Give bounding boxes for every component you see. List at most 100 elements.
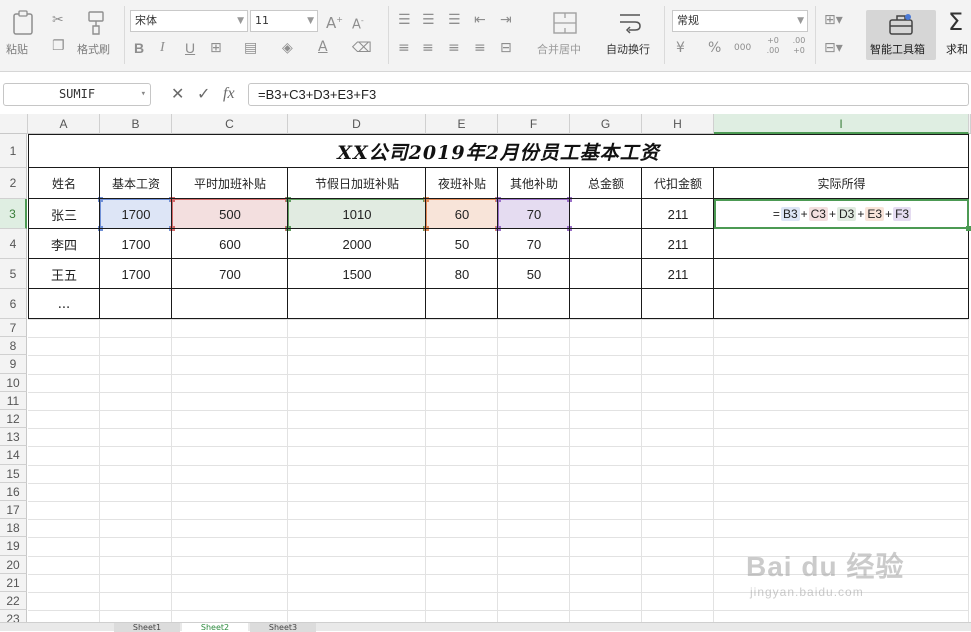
column-header-f[interactable]: F xyxy=(498,114,570,134)
row-header-20[interactable]: 20 xyxy=(0,555,27,574)
row-header-1[interactable]: 1 xyxy=(0,134,27,168)
table-cell[interactable] xyxy=(498,289,570,319)
table-cell[interactable]: 211 xyxy=(642,229,714,259)
row-header-12[interactable]: 12 xyxy=(0,410,27,429)
name-box[interactable]: SUMIF ▾ xyxy=(3,83,151,106)
distribute-icon[interactable]: ⊟ xyxy=(500,40,512,56)
italic-button[interactable]: I xyxy=(160,40,165,56)
row-header-3[interactable]: 3 xyxy=(0,199,27,229)
table-cell[interactable] xyxy=(570,259,642,289)
underline-button[interactable]: U xyxy=(185,40,195,56)
table-cell[interactable] xyxy=(426,289,498,319)
table-cell[interactable]: 50 xyxy=(498,259,570,289)
header-cell-h[interactable]: 代扣金额 xyxy=(642,168,714,199)
font-color-button[interactable]: A xyxy=(318,39,328,55)
row-header-4[interactable]: 4 xyxy=(0,229,27,259)
row-header-15[interactable]: 15 xyxy=(0,464,27,483)
row-header-5[interactable]: 5 xyxy=(0,259,27,289)
table-style-icon[interactable]: ⊟▾ xyxy=(824,40,843,56)
table-cell[interactable]: 211 xyxy=(642,259,714,289)
header-cell-i[interactable]: 实际所得 xyxy=(714,168,969,199)
table-cell[interactable]: 50 xyxy=(426,229,498,259)
table-cell[interactable] xyxy=(288,289,426,319)
align-bottom-icon[interactable]: ☰ xyxy=(448,12,461,28)
header-cell-c[interactable]: 平时加班补贴 xyxy=(172,168,288,199)
column-header-i[interactable]: I xyxy=(714,114,969,134)
confirm-icon[interactable]: ✓ xyxy=(197,84,210,104)
table-cell[interactable]: 500 xyxy=(172,199,288,229)
insert-function-button[interactable]: fx xyxy=(223,84,235,104)
increase-decimal-button[interactable]: +0 .00 xyxy=(762,36,784,56)
number-format-select[interactable]: 常规 ▼ xyxy=(672,10,808,32)
table-cell[interactable]: 60 xyxy=(426,199,498,229)
table-cell[interactable] xyxy=(714,259,969,289)
row-header-13[interactable]: 13 xyxy=(0,428,27,447)
conditional-format-icon[interactable]: ⊞▾ xyxy=(824,12,843,28)
row-header-6[interactable]: 6 xyxy=(0,289,27,319)
paint-bucket-icon[interactable]: ◈ xyxy=(282,40,293,56)
wrap-text-button[interactable]: 自动换行 xyxy=(602,8,658,64)
align-left-icon[interactable]: ≡ xyxy=(398,40,410,56)
row-header-9[interactable]: 9 xyxy=(0,355,27,374)
table-cell[interactable]: 李四 xyxy=(28,229,100,259)
currency-icon[interactable]: ¥ xyxy=(676,40,685,56)
row-header-21[interactable]: 21 xyxy=(0,573,27,592)
decrease-font-icon[interactable]: A- xyxy=(352,13,364,33)
column-header-a[interactable]: A xyxy=(28,114,100,134)
table-cell[interactable] xyxy=(642,289,714,319)
smart-toolbox-button[interactable]: 智能工具箱 xyxy=(866,10,936,60)
cancel-icon[interactable]: ✕ xyxy=(171,84,184,104)
decrease-decimal-button[interactable]: .00 +0 xyxy=(788,36,810,56)
justify-icon[interactable]: ≡ xyxy=(474,40,486,56)
header-cell-b[interactable]: 基本工资 xyxy=(100,168,172,199)
table-cell[interactable] xyxy=(570,229,642,259)
table-cell[interactable]: 2000 xyxy=(288,229,426,259)
row-header-19[interactable]: 19 xyxy=(0,537,27,556)
table-cell[interactable]: 1010 xyxy=(288,199,426,229)
table-cell[interactable]: 张三 xyxy=(28,199,100,229)
percent-button[interactable]: % xyxy=(708,40,721,56)
eraser-icon[interactable]: ⌫ xyxy=(352,40,372,56)
font-family-select[interactable]: 宋体 ▼ xyxy=(130,10,248,32)
table-cell[interactable]: 王五 xyxy=(28,259,100,289)
border-icon[interactable]: ⊞ xyxy=(210,40,222,56)
table-cell[interactable]: ... xyxy=(28,289,100,319)
row-header-17[interactable]: 17 xyxy=(0,501,27,520)
table-cell[interactable]: 600 xyxy=(172,229,288,259)
header-cell-g[interactable]: 总金额 xyxy=(570,168,642,199)
row-header-8[interactable]: 8 xyxy=(0,337,27,356)
table-cell[interactable] xyxy=(100,289,172,319)
table-cell[interactable]: 1500 xyxy=(288,259,426,289)
row-header-18[interactable]: 18 xyxy=(0,519,27,538)
table-cell[interactable]: 80 xyxy=(426,259,498,289)
row-header-14[interactable]: 14 xyxy=(0,446,27,465)
row-header-11[interactable]: 11 xyxy=(0,391,27,410)
active-cell-formula[interactable]: = B3 + C3 + D3 + E3 + F3 xyxy=(714,199,969,229)
column-header-g[interactable]: G xyxy=(570,114,642,134)
table-cell[interactable] xyxy=(172,289,288,319)
column-header-b[interactable]: B xyxy=(100,114,172,134)
header-cell-a[interactable]: 姓名 xyxy=(28,168,100,199)
column-header-c[interactable]: C xyxy=(172,114,288,134)
increase-font-icon[interactable]: A+ xyxy=(326,12,343,31)
row-header-22[interactable]: 22 xyxy=(0,592,27,611)
align-right-icon[interactable]: ≡ xyxy=(448,40,460,56)
bold-button[interactable]: B xyxy=(134,40,144,56)
align-center-icon[interactable]: ≡ xyxy=(422,40,434,56)
thousands-button[interactable]: 000 xyxy=(734,40,751,56)
row-header-16[interactable]: 16 xyxy=(0,482,27,501)
table-cell[interactable]: 211 xyxy=(642,199,714,229)
column-header-h[interactable]: H xyxy=(642,114,714,134)
row-header-10[interactable]: 10 xyxy=(0,373,27,392)
table-cell[interactable] xyxy=(570,289,642,319)
align-top-icon[interactable]: ☰ xyxy=(398,12,411,28)
header-cell-d[interactable]: 节假日加班补贴 xyxy=(288,168,426,199)
paste-button[interactable]: 粘贴 xyxy=(4,8,44,64)
table-cell[interactable]: 1700 xyxy=(100,229,172,259)
merge-center-button[interactable]: 合并居中 xyxy=(533,8,597,64)
formula-input[interactable]: =B3+C3+D3+E3+F3 xyxy=(248,83,969,106)
select-all-corner[interactable] xyxy=(0,114,28,134)
table-cell[interactable] xyxy=(714,289,969,319)
align-middle-icon[interactable]: ☰ xyxy=(422,12,435,28)
fill-color-icon[interactable]: ▤ xyxy=(244,40,257,56)
